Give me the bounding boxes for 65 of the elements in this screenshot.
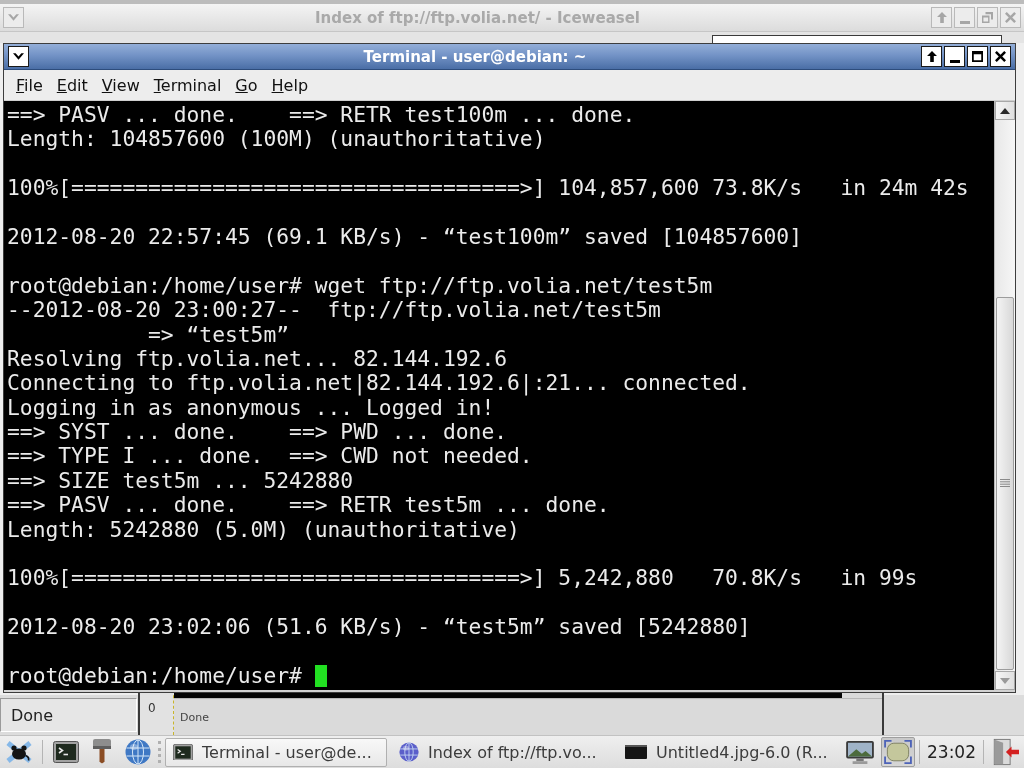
clock: 23:02 <box>926 742 977 762</box>
chevron-down-icon <box>13 53 24 60</box>
menu-item[interactable]: Edit <box>49 72 95 98</box>
menu-item[interactable]: View <box>94 72 147 98</box>
terminal-line: => “test5m” <box>148 322 290 347</box>
mouse-icon[interactable] <box>5 740 33 764</box>
globe-icon <box>399 742 419 762</box>
terminal-line: Connecting to ftp.volia.net|82.144.192.6|:21... connected. <box>7 371 751 396</box>
task-button[interactable]: Index of ftp://ftp.vo... <box>391 737 613 767</box>
scrollbar-thumb[interactable] <box>996 296 1014 670</box>
menu-item[interactable]: Go <box>228 72 265 98</box>
menu-item[interactable]: File <box>9 72 50 98</box>
ruler-label: 0 <box>148 701 156 715</box>
terminal-line: ==> SYST ... done. ==> PWD ... done. <box>7 420 508 445</box>
arrow-up-icon <box>926 51 937 62</box>
close-icon <box>1005 12 1016 23</box>
maximize-button[interactable] <box>967 46 988 67</box>
terminal-line: root@debian:/home/user# wget ftp://ftp.volia.net/test5m <box>7 273 713 299</box>
terminal-line: 2012-08-20 22:57:45 (69.1 KB/s) - “test100m” saved [104857600] <box>7 224 802 250</box>
restore-icon <box>982 12 993 23</box>
terminal-line: Length: 5242880 (5.0M) (unauthoritative) <box>7 517 520 543</box>
monitor-icon <box>845 740 875 764</box>
chevron-down-icon <box>8 14 19 21</box>
terminal-line: ==> SIZE test5m ... 5242880 <box>7 468 354 494</box>
triangle-up-icon <box>1000 107 1010 114</box>
terminal-line: ==> TYPE I ... done. ==> CWD not needed. <box>7 444 533 469</box>
input-field[interactable] <box>712 35 1002 43</box>
terminal-line: 100%[===================================>] 104,857,600 73.8K/s in 24m 42s <box>7 176 969 201</box>
terminal-line: ==> PASV ... done. ==> RETR test5m ... done. <box>7 493 610 518</box>
terminal-line: 2012-08-20 23:02:06 (51.6 KB/s) - “test5m” saved [5242880] <box>7 615 751 640</box>
thumbnail-icon <box>625 745 647 759</box>
globe-icon[interactable] <box>125 739 151 765</box>
terminal-icon <box>173 743 193 761</box>
terminal-icon[interactable] <box>53 741 79 763</box>
logout-icon[interactable] <box>991 738 1019 766</box>
close-icon <box>995 51 1006 62</box>
window-title: Index of ftp://ftp.volia.net/ - Iceweasel <box>314 8 640 27</box>
status-text: Done <box>0 698 137 732</box>
triangle-down-icon <box>1000 677 1010 684</box>
terminal-line: root@debian:/home/user# <box>7 664 302 689</box>
task-button[interactable]: Terminal - user@de... <box>165 737 387 767</box>
menu-item[interactable]: Terminal <box>146 72 229 98</box>
brush-icon[interactable] <box>91 739 113 765</box>
close-button[interactable] <box>990 46 1011 67</box>
scroll-up-button[interactable] <box>995 101 1015 120</box>
window-title: Terminal - user@debian: ~ <box>363 47 587 66</box>
minimize-button[interactable] <box>944 46 965 67</box>
minimize-icon <box>949 59 960 63</box>
minimize-icon <box>959 20 970 24</box>
grip-icon <box>1000 479 1010 488</box>
terminal-line: Resolving ftp.volia.net... 82.144.192.6 <box>7 346 508 372</box>
scroll-down-button[interactable] <box>995 671 1015 690</box>
status-text: Done <box>180 710 209 724</box>
terminal-line: ==> PASV ... done. ==> RETR test100m ... done. <box>7 103 636 128</box>
terminal-line: --2012-08-20 23:00:27-- ftp://ftp.volia.net/test5m <box>7 298 661 323</box>
shade-button[interactable] <box>921 46 942 67</box>
task-button[interactable]: Untitled4.jpg-6.0 (R... <box>617 737 839 767</box>
terminal-line: Length: 104857600 (100M) (unauthoritative) <box>7 127 546 152</box>
menu-item[interactable]: Help <box>264 72 316 98</box>
frame-icon <box>884 740 912 764</box>
maximize-icon <box>972 51 983 62</box>
terminal-line: 100%[===================================>] 5,242,880 70.8K/s in 99s <box>7 566 918 591</box>
arrow-up-icon <box>936 12 947 23</box>
window-menu-button[interactable] <box>8 46 29 67</box>
terminal-line: Logging in as anonymous ... Logged in! <box>7 395 495 421</box>
